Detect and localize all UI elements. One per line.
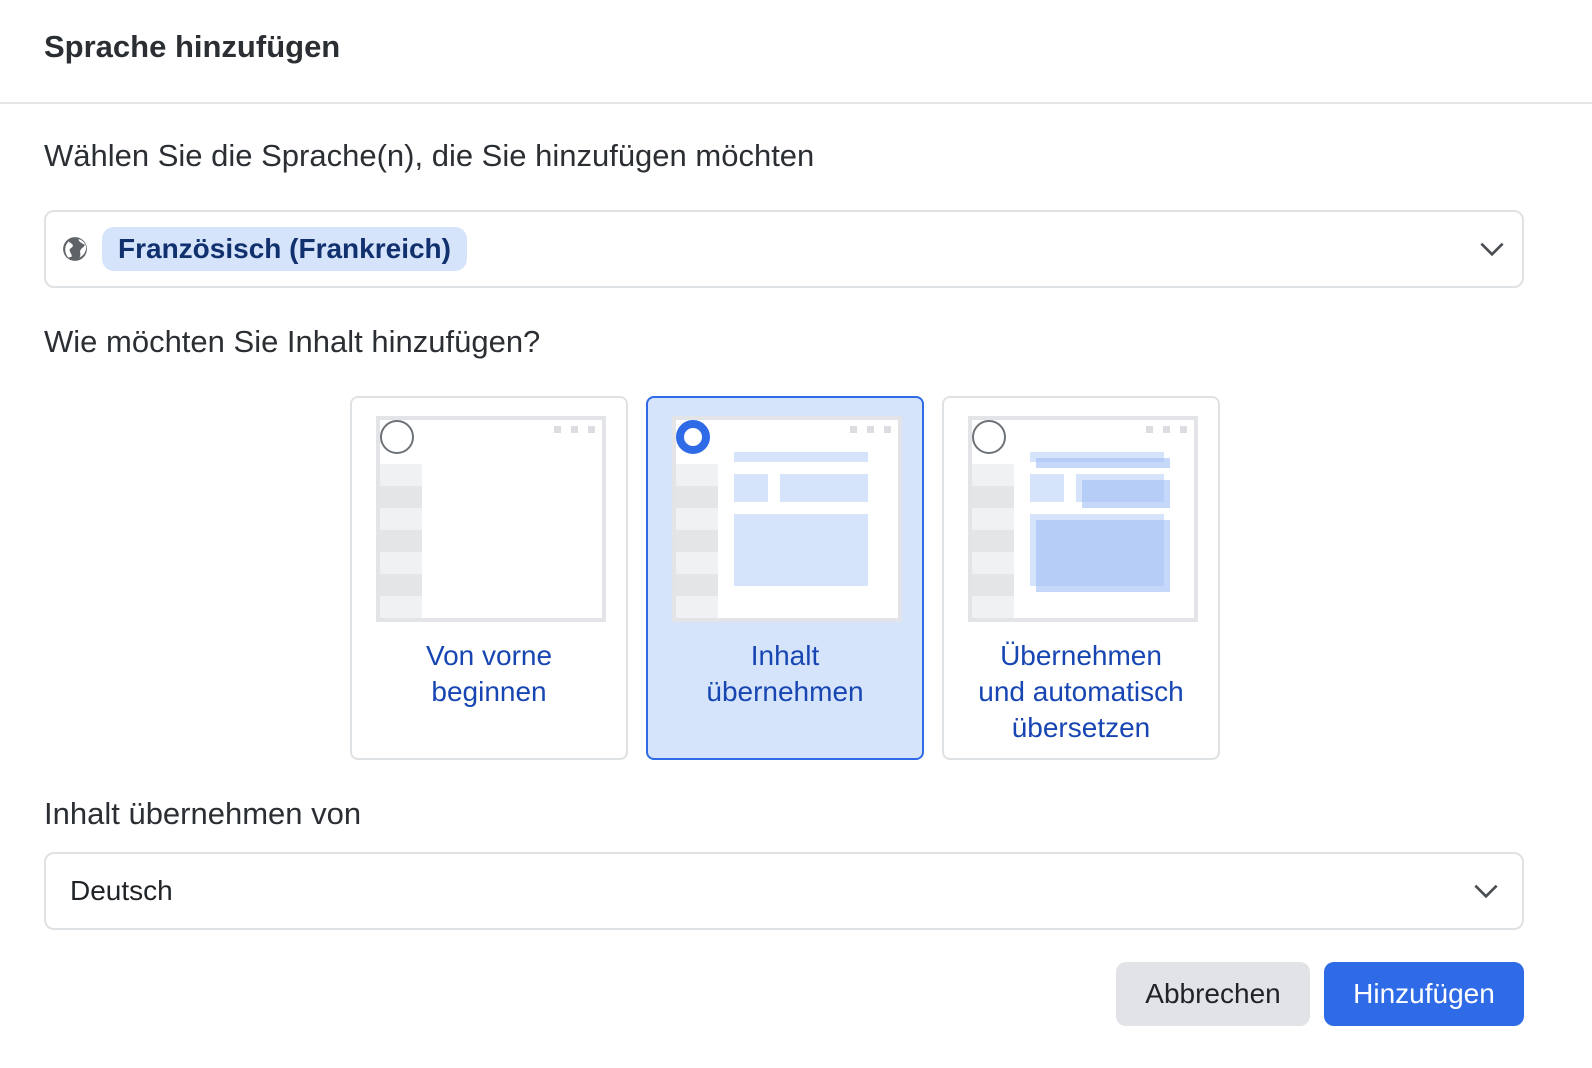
radio-copy-content[interactable]	[676, 420, 710, 454]
dialog-header: Sprache hinzufügen	[0, 0, 1592, 104]
radio-start-fresh[interactable]	[380, 420, 414, 454]
chevron-down-icon[interactable]	[1476, 233, 1508, 265]
language-select[interactable]: Französisch (Frankreich)	[44, 210, 1524, 288]
option-label: Übernehmen und automatisch übersetzen	[978, 640, 1184, 743]
option-label: Inhalt übernehmen	[706, 640, 864, 707]
chevron-down-icon[interactable]	[1470, 875, 1502, 907]
option-copy-and-translate[interactable]: Übernehmen und automatisch übersetzen	[942, 396, 1220, 760]
add-language-dialog: Sprache hinzufügen Wählen Sie die Sprach…	[0, 0, 1592, 1068]
option-copy-content[interactable]: Inhalt übernehmen	[646, 396, 924, 760]
source-language-select[interactable]: Deutsch	[44, 852, 1524, 930]
option-label: Von vorne beginnen	[425, 640, 553, 707]
language-select-label: Wählen Sie die Sprache(n), die Sie hinzu…	[44, 138, 815, 173]
globe-icon	[63, 237, 87, 261]
option-start-fresh[interactable]: Von vorne beginnen	[350, 396, 628, 760]
cancel-button[interactable]: Abbrechen	[1116, 962, 1310, 1026]
add-button[interactable]: Hinzufügen	[1324, 962, 1524, 1026]
source-select-label: Inhalt übernehmen von	[44, 796, 362, 831]
content-method-options: Von vorne beginnen Inhalt übernehmen Übe…	[350, 396, 1220, 760]
radio-copy-and-translate[interactable]	[972, 420, 1006, 454]
content-method-label: Wie möchten Sie Inhalt hinzufügen?	[44, 324, 541, 359]
source-language-value: Deutsch	[70, 875, 173, 906]
language-chip[interactable]: Französisch (Frankreich)	[102, 227, 467, 271]
dialog-title: Sprache hinzufügen	[44, 29, 341, 64]
